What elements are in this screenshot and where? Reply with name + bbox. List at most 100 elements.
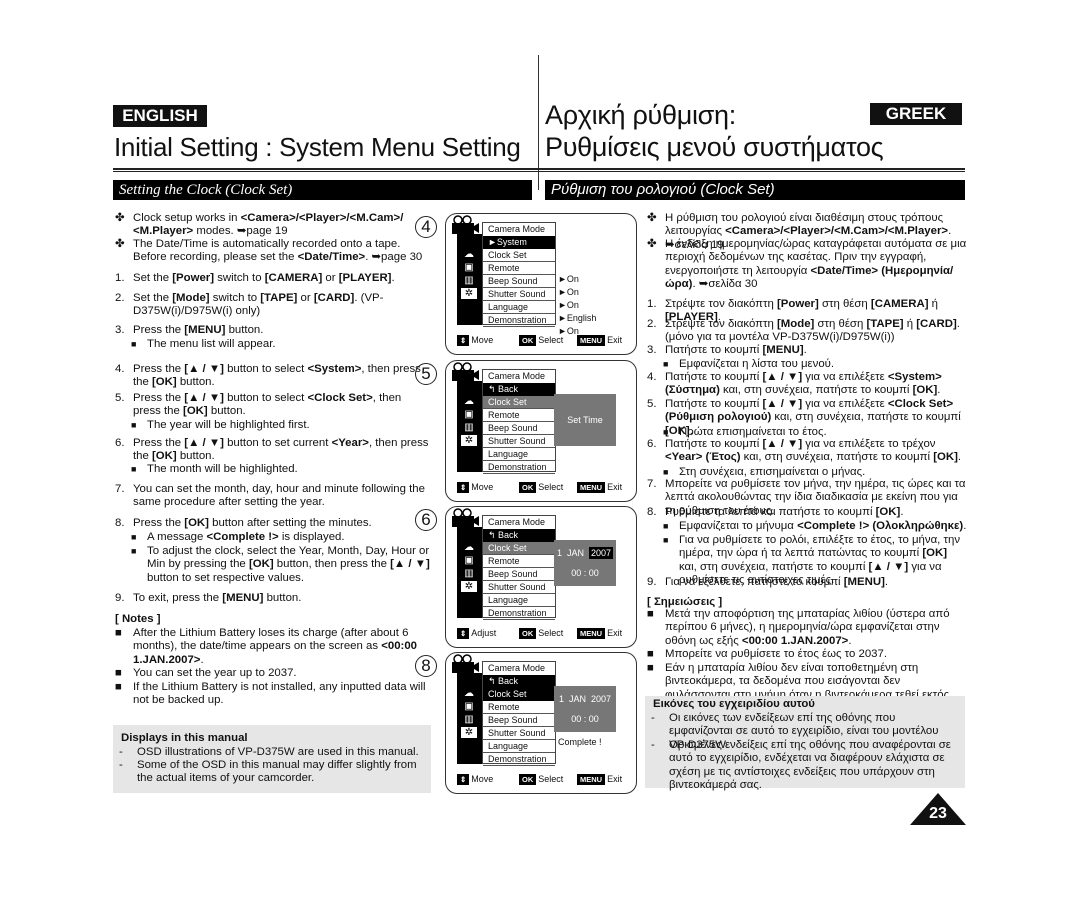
menu-header: Camera Mode xyxy=(488,224,546,234)
record-icon: ▣ xyxy=(464,409,474,420)
menu-value: ►On xyxy=(558,287,579,297)
bullet-marker: ■ xyxy=(131,532,137,542)
text: Set the xyxy=(133,272,173,284)
camera-settings-icon: ☁ xyxy=(464,688,474,699)
menu-item[interactable]: Beep Sound xyxy=(483,714,555,727)
menu-item[interactable]: Beep Sound xyxy=(483,422,555,435)
text: Πατήστε το κουμπί xyxy=(665,371,763,383)
menu-header: Camera Mode xyxy=(488,371,546,381)
bullet-marker: ■ xyxy=(115,627,122,639)
menu-item[interactable]: Shutter Sound xyxy=(483,581,555,594)
text: is displayed. xyxy=(278,531,345,543)
menu-item[interactable]: Demonstration xyxy=(483,461,555,474)
menu-item[interactable]: Remote xyxy=(483,555,555,568)
text: switch to xyxy=(209,292,261,304)
text: button. xyxy=(207,405,246,418)
menu-item[interactable]: Language xyxy=(483,740,555,753)
instruction-item: - Ορισμένες ενδείξεις επί της οθόνης που … xyxy=(649,739,958,792)
bold-text: [▲ / ▼] xyxy=(762,398,803,410)
bullet-marker: ■ xyxy=(131,546,137,556)
move-label: Move xyxy=(471,482,494,492)
osd-menu-list: Camera Mode ↰ Back Clock Set Remote Beep Sou… xyxy=(482,369,556,474)
text: ή xyxy=(903,318,917,330)
bullet-marker: ■ xyxy=(131,339,137,349)
menu-item[interactable]: Remote xyxy=(483,409,555,422)
text: The month will be highlighted. xyxy=(147,463,298,475)
osd-footer: ⇕ Move OK Select MENU Exit xyxy=(457,482,632,495)
menu-header: Camera Mode xyxy=(488,663,546,673)
complete-message: Complete ! xyxy=(558,737,602,747)
instruction-item: ■ Μπορείτε να ρυθμίσετε το έτος έως το 20… xyxy=(645,648,967,661)
text: Για να ρυθμίσετε το ρολόι, επιλέξτε το έ… xyxy=(679,534,961,560)
instruction-item: 6. Press the [▲ / ▼] button to set curren… xyxy=(113,437,431,464)
info-box-title: Displays in this manual xyxy=(121,732,248,744)
text: Εμφανίζεται το μήνυμα xyxy=(679,520,798,532)
menu-item[interactable]: Shutter Sound xyxy=(483,435,555,448)
text: button. xyxy=(176,450,215,463)
sub-bullet: ■ To adjust the clock, select the Year, M… xyxy=(113,545,431,585)
menu-back-row[interactable]: ↰ Back xyxy=(483,383,555,396)
bold-text: <System> xyxy=(307,363,362,375)
text: ή xyxy=(928,298,938,310)
menu-item[interactable]: Language xyxy=(483,301,555,314)
menu-item[interactable]: Clock Set xyxy=(483,688,555,701)
menu-item[interactable]: Demonstration xyxy=(483,607,555,620)
menu-item[interactable]: Clock Set xyxy=(483,396,555,409)
english-page-title: Initial Setting : System Menu Setting xyxy=(114,132,521,162)
menu-item[interactable]: Language xyxy=(483,594,555,607)
bullet-marker: 5. xyxy=(647,398,657,410)
bullet-marker: 7. xyxy=(115,483,125,495)
bold-text: [OK] xyxy=(152,376,177,389)
bullet-marker: ■ xyxy=(663,359,669,369)
menu-item[interactable]: Demonstration xyxy=(483,753,555,766)
text: or xyxy=(297,292,314,304)
bold-text: [OK] xyxy=(922,547,948,560)
page-number-text: 23 xyxy=(929,805,947,822)
menu-item[interactable]: Demonstration xyxy=(483,314,555,327)
page-number: 23 xyxy=(910,793,966,825)
menu-back-row[interactable]: ↰ Back xyxy=(483,529,555,542)
bold-text: [▲ / ▼] xyxy=(184,392,224,404)
menu-item[interactable]: Shutter Sound xyxy=(483,727,555,740)
camera-settings-icon: ☁ xyxy=(464,249,474,260)
menu-item[interactable]: Clock Set xyxy=(483,542,555,555)
menu-values: ►On ►On ►On ►English ►On xyxy=(558,260,596,338)
bold-text: [▲ / ▼] xyxy=(868,560,909,573)
text: Ορισμένες ενδείξεις επί της οθόνης που α… xyxy=(669,739,951,791)
text: button. xyxy=(263,592,302,604)
bullet-marker: ✤ xyxy=(115,238,125,250)
menu-item[interactable]: Beep Sound xyxy=(483,275,555,288)
bold-text: [▲ / ▼] xyxy=(762,438,803,450)
ok-key: OK xyxy=(519,335,537,346)
instruction-item: - OSD illustrations of VP-D375W are used … xyxy=(117,746,422,759)
menu-back-row[interactable]: ►System xyxy=(483,236,555,249)
menu-item[interactable]: Remote xyxy=(483,262,555,275)
text: . xyxy=(937,384,941,397)
ok-key: OK xyxy=(519,774,537,785)
menu-back-row[interactable]: ↰ Back xyxy=(483,675,555,688)
select-label: Select xyxy=(538,482,564,492)
up-down-icon: ⇕ xyxy=(457,482,470,493)
text: στη θέση xyxy=(818,298,871,310)
menu-item[interactable]: Clock Set xyxy=(483,249,555,262)
sub-bullet: ■ The year will be highlighted first. xyxy=(113,419,431,432)
text: To exit, press the xyxy=(133,592,223,604)
bold-text: <Camera>/<Player>/<M.Cam>/<M.Player> xyxy=(725,225,949,238)
bold-text: <Complete !> xyxy=(206,531,279,543)
day-value: 1 xyxy=(556,548,562,558)
menu-item[interactable]: Language xyxy=(483,448,555,461)
instruction-item: 4. Πατήστε το κουμπί [▲ / ▼] για να επιλέ… xyxy=(645,371,967,398)
bullet-marker: 4. xyxy=(115,363,125,375)
bold-text: [Mode] xyxy=(777,318,815,330)
display-icon: ▥ xyxy=(464,275,474,286)
bold-text: <00:00 1.JAN.2007> xyxy=(741,634,849,647)
exit-label: Exit xyxy=(607,774,623,784)
text: Μπορείτε να ρυθμίσετε το έτος έως το 203… xyxy=(665,648,887,660)
record-icon: ▣ xyxy=(464,555,474,566)
menu-item[interactable]: Remote xyxy=(483,701,555,714)
menu-item[interactable]: Beep Sound xyxy=(483,568,555,581)
text: . xyxy=(200,653,204,666)
bullet-marker: - xyxy=(651,739,655,751)
menu-item[interactable]: Shutter Sound xyxy=(483,288,555,301)
osd-screen: ☁ ▣ ▥ ✲ Camera Mode ►System Clock Set Remote Bee… xyxy=(445,213,637,355)
